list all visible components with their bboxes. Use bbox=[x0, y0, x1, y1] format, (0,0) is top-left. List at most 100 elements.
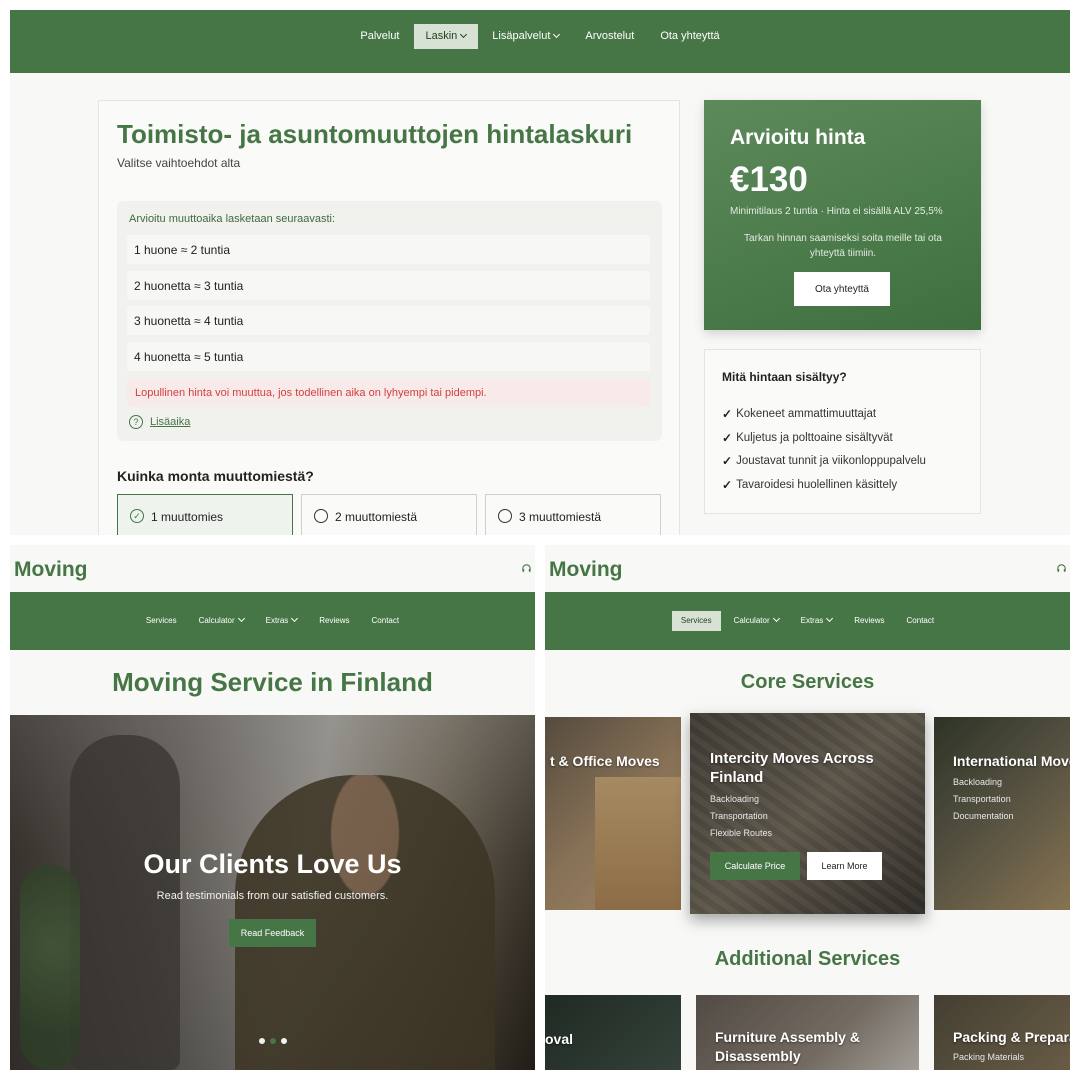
nav-item-reviews[interactable]: Reviews bbox=[845, 611, 893, 631]
service-item: Transportation bbox=[953, 794, 1011, 804]
service-item: Backloading bbox=[710, 794, 760, 804]
mover-option-2[interactable]: 2 muuttomiestä bbox=[301, 494, 477, 535]
read-feedback-button[interactable]: Read Feedback bbox=[229, 919, 316, 947]
nav-item-calculator[interactable]: Calculator bbox=[725, 611, 788, 631]
slider-dot[interactable] bbox=[280, 1038, 287, 1044]
nav-item-extras[interactable]: Extras bbox=[792, 611, 842, 631]
service-card-international[interactable]: International Move Backloading Transport… bbox=[934, 717, 1070, 910]
logo[interactable]: Moving bbox=[14, 558, 88, 582]
nav-item-label: Calculator bbox=[198, 616, 235, 625]
nav-item-extras[interactable]: Extras bbox=[257, 611, 307, 631]
room-time-label: 3 huonetta ≈ 4 tuntia bbox=[134, 314, 244, 328]
nav-item-ota-yhteyttä[interactable]: Ota yhteyttä bbox=[648, 24, 731, 49]
room-time-row: 4 huonetta ≈ 5 tuntia bbox=[127, 341, 650, 371]
nav-item-label: Services bbox=[680, 616, 712, 625]
additional-card-removal[interactable]: oval bbox=[545, 995, 681, 1070]
hero-text: Read testimonials from our satisfied cus… bbox=[156, 890, 389, 902]
calculator-panel: Palvelut Laskin Lisäpalvelut Arvostelut Ota … bbox=[10, 10, 1070, 535]
service-card-title: International Move bbox=[953, 753, 1070, 769]
included-item: ✓ Kuljetus ja polttoaine sisältyvät bbox=[722, 431, 893, 445]
calculator-card: Toimisto- ja asuntomuuttojen hintalaskur… bbox=[98, 100, 680, 535]
room-time-row: 3 huonetta ≈ 4 tuntia bbox=[127, 306, 650, 335]
mover-option-1[interactable]: ✓ 1 muuttomies bbox=[117, 494, 293, 535]
nav-item-label: Contact bbox=[371, 616, 400, 625]
home-nav: Services Calculator Extras Reviews Contact bbox=[10, 611, 535, 631]
service-item: Flexible Routes bbox=[710, 828, 773, 838]
room-time-label: 2 huonetta ≈ 3 tuntia bbox=[134, 278, 244, 293]
headset-icon[interactable] bbox=[1056, 563, 1067, 574]
question-icon: ? bbox=[129, 415, 143, 429]
chevron-down-icon bbox=[291, 614, 299, 623]
logo[interactable]: Moving bbox=[549, 558, 623, 582]
room-time-row: 1 huone ≈ 2 tuntia bbox=[127, 235, 650, 264]
movers-question: Kuinka monta muuttomiestä? bbox=[117, 468, 314, 484]
nav-item-contact[interactable]: Contact bbox=[363, 611, 409, 631]
service-card-title: t & Office Moves bbox=[550, 753, 660, 769]
price-card: Arvioitu hinta €130 Minimitilaus 2 tunti… bbox=[704, 100, 981, 330]
nav-item-label: Reviews bbox=[854, 616, 885, 625]
nav-item-services[interactable]: Services bbox=[671, 611, 721, 631]
time-info-box: Arvioitu muuttoaika lasketaan seuraavast… bbox=[117, 201, 662, 441]
nav-item-label: Ota yhteyttä bbox=[660, 30, 720, 42]
slider-dot[interactable] bbox=[258, 1038, 265, 1044]
slider-dot[interactable] bbox=[269, 1038, 276, 1044]
included-title: Mitä hintaan sisältyy? bbox=[722, 370, 847, 384]
home-panel: Moving Services Calculator Extras Reviews Co… bbox=[10, 545, 535, 1070]
chevron-down-icon bbox=[772, 614, 780, 623]
included-item-label: Kokeneet ammattimuuttajat bbox=[736, 408, 877, 420]
service-item: Backloading bbox=[953, 777, 1003, 787]
price-note: Minimitilaus 2 tuntia · Hinta ei sisällä… bbox=[730, 206, 943, 217]
home-heading: Moving Service in Finland bbox=[112, 667, 433, 697]
hero-slider: Our Clients Love Us Read testimonials fr… bbox=[10, 715, 535, 1070]
nav-item-label: Extras bbox=[800, 616, 824, 625]
card-shade bbox=[545, 717, 681, 910]
additional-card-packing[interactable]: Packing & Prepara Packing Materials bbox=[934, 995, 1070, 1070]
extra-time-link[interactable]: ? Lisäaika bbox=[129, 415, 190, 429]
nav-item-services[interactable]: Services bbox=[137, 611, 186, 631]
additional-card-furniture[interactable]: Furniture Assembly & Disassembly bbox=[696, 995, 919, 1070]
radio-icon bbox=[314, 509, 328, 523]
main-nav: Palvelut Laskin Lisäpalvelut Arvostelut Ota … bbox=[10, 24, 1070, 49]
nav-item-label: Palvelut bbox=[360, 30, 400, 42]
included-item-label: Tavaroidesi huolellinen käsittely bbox=[736, 479, 898, 492]
nav-item-lisäpalvelut[interactable]: Lisäpalvelut bbox=[480, 24, 571, 49]
chevron-down-icon bbox=[553, 30, 561, 39]
mover-option-3[interactable]: 3 muuttomiestä bbox=[485, 494, 661, 535]
service-card-intercity[interactable]: Intercity Moves Across Finland Backloadi… bbox=[690, 713, 925, 914]
service-card-title: Intercity Moves Across Finland bbox=[710, 750, 874, 786]
nav-item-contact[interactable]: Contact bbox=[898, 611, 944, 631]
additional-card-title: Furniture Assembly & Disassembly bbox=[715, 1029, 860, 1064]
learn-more-button[interactable]: Learn More bbox=[807, 852, 882, 880]
included-item: ✓ Joustavat tunnit ja viikonloppupalvelu bbox=[722, 454, 926, 468]
headset-icon[interactable] bbox=[521, 563, 532, 574]
page-subtitle: Valitse vaihtoehdot alta bbox=[117, 156, 241, 170]
nav-item-reviews[interactable]: Reviews bbox=[310, 611, 358, 631]
service-card-office[interactable]: t & Office Moves bbox=[545, 717, 681, 910]
nav-item-label: Laskin bbox=[425, 30, 458, 42]
slider-dots bbox=[10, 1038, 535, 1044]
room-time-label: 1 huone ≈ 2 tuntia bbox=[134, 243, 230, 257]
mover-option-label: 3 muuttomiestä bbox=[519, 510, 602, 524]
calculate-price-button[interactable]: Calculate Price bbox=[710, 852, 800, 880]
price-value: €130 bbox=[730, 160, 808, 199]
hero-title: Our Clients Love Us bbox=[143, 849, 402, 879]
price-title: Arvioitu hinta bbox=[730, 126, 866, 149]
nav-item-label: Contact bbox=[906, 616, 935, 625]
nav-item-laskin[interactable]: Laskin bbox=[413, 24, 479, 49]
nav-item-palvelut[interactable]: Palvelut bbox=[348, 24, 411, 49]
services-nav: Services Calculator Extras Reviews Contact bbox=[545, 611, 1070, 631]
checkmark-icon: ✓ bbox=[722, 430, 733, 445]
room-time-label: 4 huonetta ≈ 5 tuntia bbox=[134, 349, 244, 364]
nav-item-arvostelut[interactable]: Arvostelut bbox=[573, 24, 646, 49]
service-item: Transportation bbox=[710, 811, 768, 821]
included-item-label: Joustavat tunnit ja viikonloppupalvelu bbox=[736, 455, 926, 468]
included-card: Mitä hintaan sisältyy? ✓ Kokeneet ammatti… bbox=[704, 349, 981, 514]
checkmark-icon: ✓ bbox=[722, 454, 733, 469]
contact-button[interactable]: Ota yhteyttä bbox=[794, 272, 890, 306]
included-item: ✓ Tavaroidesi huolellinen käsittely bbox=[722, 478, 897, 492]
chevron-down-icon bbox=[237, 614, 245, 623]
service-item: Packing Materials bbox=[953, 1052, 1025, 1062]
check-circle-icon: ✓ bbox=[130, 509, 144, 523]
additional-card-title: oval bbox=[545, 1031, 574, 1047]
nav-item-calculator[interactable]: Calculator bbox=[190, 611, 253, 631]
